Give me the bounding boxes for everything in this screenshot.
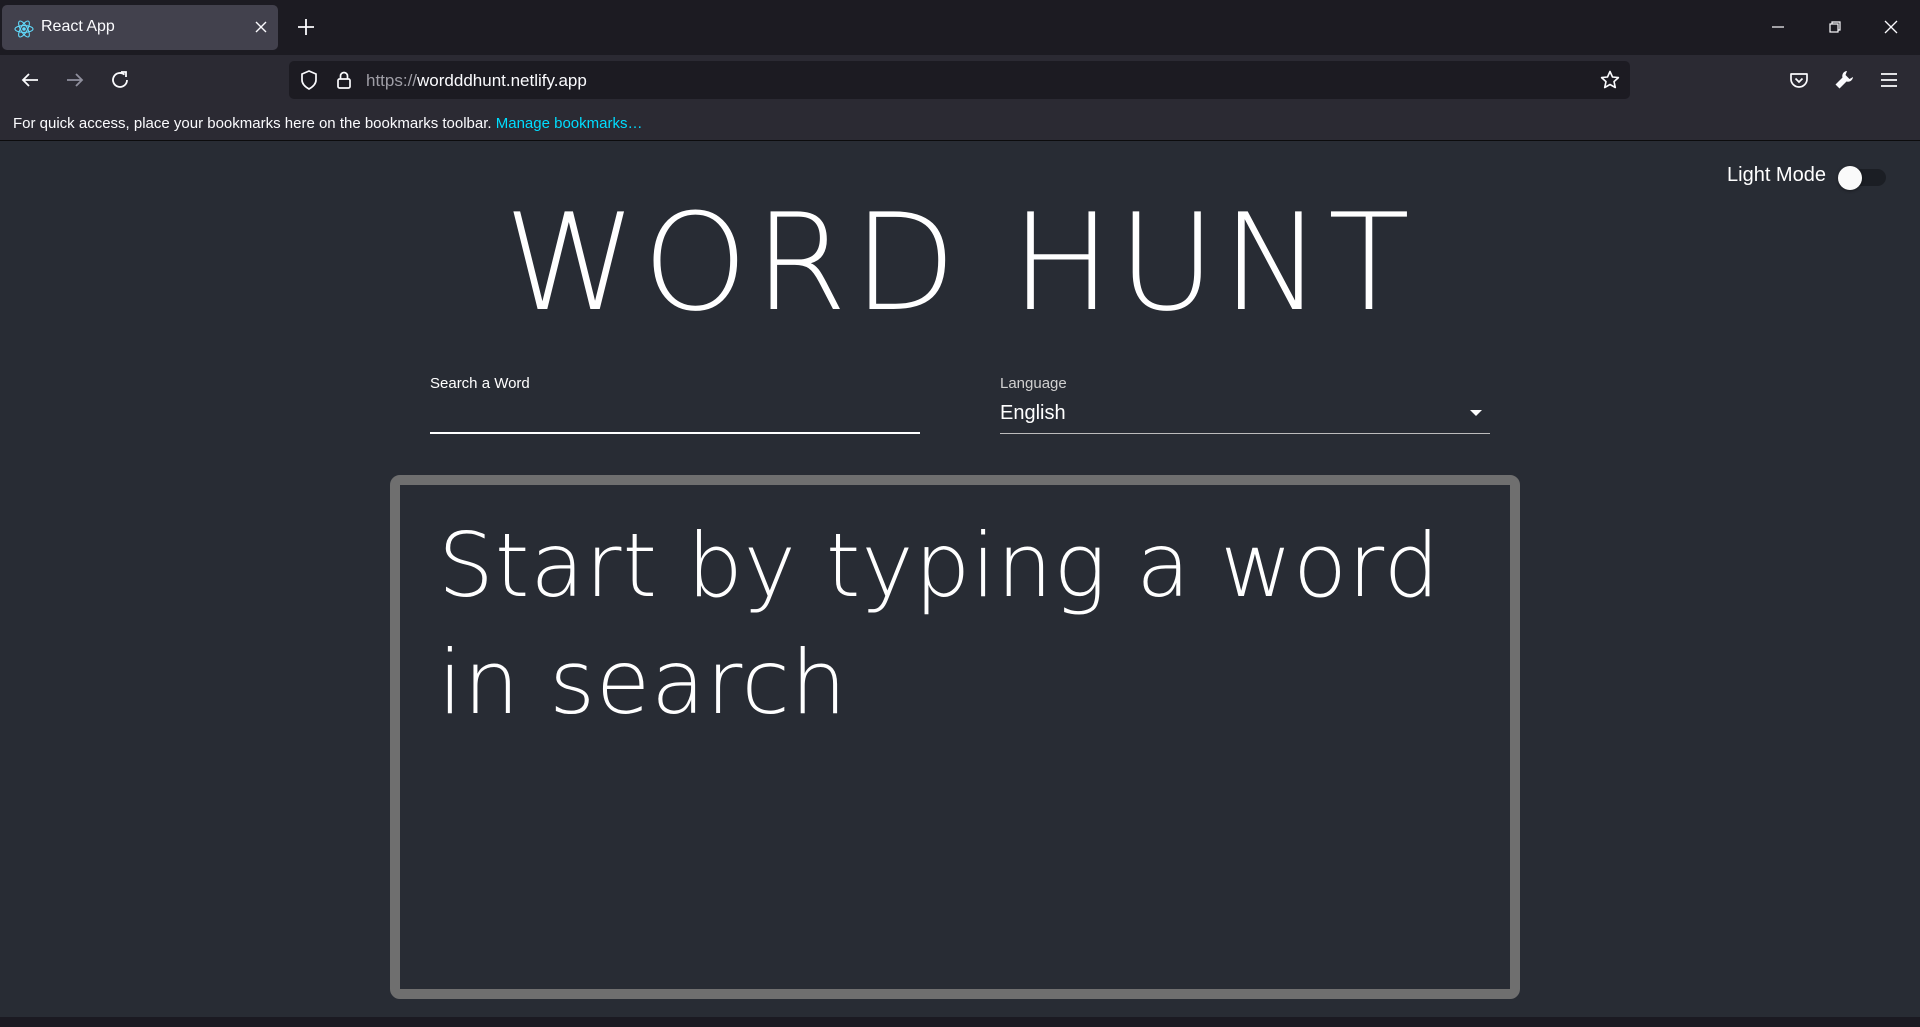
bookmarks-message: For quick access, place your bookmarks h…	[13, 115, 642, 132]
result-panel: Start by typing a word in search	[390, 475, 1520, 999]
url-scheme: https://	[366, 71, 418, 90]
page-title: WORD HUNT	[504, 185, 1416, 341]
bottom-edge	[0, 1017, 1920, 1027]
bookmarks-toolbar: For quick access, place your bookmarks h…	[0, 106, 1920, 141]
lock-icon[interactable]	[332, 68, 356, 92]
browser-tab-bar: React App	[0, 0, 1920, 55]
minimize-icon[interactable]	[1765, 14, 1791, 40]
search-field[interactable]: Search a Word	[430, 370, 924, 435]
language-selected-value[interactable]: English	[1000, 402, 1066, 425]
url-bar[interactable]: https://wordddhunt.netlify.app	[289, 61, 1630, 99]
url-host: wordddhunt.netlify.app	[417, 71, 587, 90]
react-favicon-icon	[14, 20, 34, 38]
window-close-icon[interactable]	[1878, 14, 1904, 40]
search-input[interactable]	[430, 398, 924, 432]
tab-title: React App	[41, 18, 115, 35]
start-typing-placeholder: Start by typing a word in search	[438, 514, 1441, 734]
forward-arrow-icon[interactable]	[63, 68, 87, 92]
shield-icon[interactable]	[297, 68, 321, 92]
reload-icon[interactable]	[108, 68, 132, 92]
theme-toggle-switch[interactable]	[1838, 166, 1888, 190]
search-label: Search a Word	[430, 375, 530, 392]
language-select[interactable]: Language English	[1000, 370, 1490, 435]
bookmarks-hint: For quick access, place your bookmarks h…	[13, 115, 492, 132]
navigation-toolbar: https://wordddhunt.netlify.app	[0, 55, 1920, 106]
language-underline	[1000, 433, 1490, 434]
language-label: Language	[1000, 375, 1067, 392]
wrench-icon[interactable]	[1832, 68, 1856, 92]
close-icon[interactable]	[252, 18, 270, 36]
theme-toggle-label: Light Mode	[1727, 164, 1826, 186]
back-arrow-icon[interactable]	[18, 68, 42, 92]
manage-bookmarks-link[interactable]: Manage bookmarks…	[496, 115, 643, 132]
restore-icon[interactable]	[1822, 14, 1848, 40]
star-icon[interactable]	[1598, 68, 1622, 92]
url-text[interactable]: https://wordddhunt.netlify.app	[366, 71, 587, 91]
pocket-icon[interactable]	[1787, 68, 1811, 92]
dropdown-arrow-icon[interactable]	[1470, 410, 1482, 416]
hamburger-menu-icon[interactable]	[1877, 68, 1901, 92]
search-underline	[430, 432, 920, 434]
plus-icon[interactable]	[295, 16, 317, 38]
browser-tab[interactable]: React App	[2, 5, 278, 50]
switch-thumb[interactable]	[1838, 166, 1862, 190]
